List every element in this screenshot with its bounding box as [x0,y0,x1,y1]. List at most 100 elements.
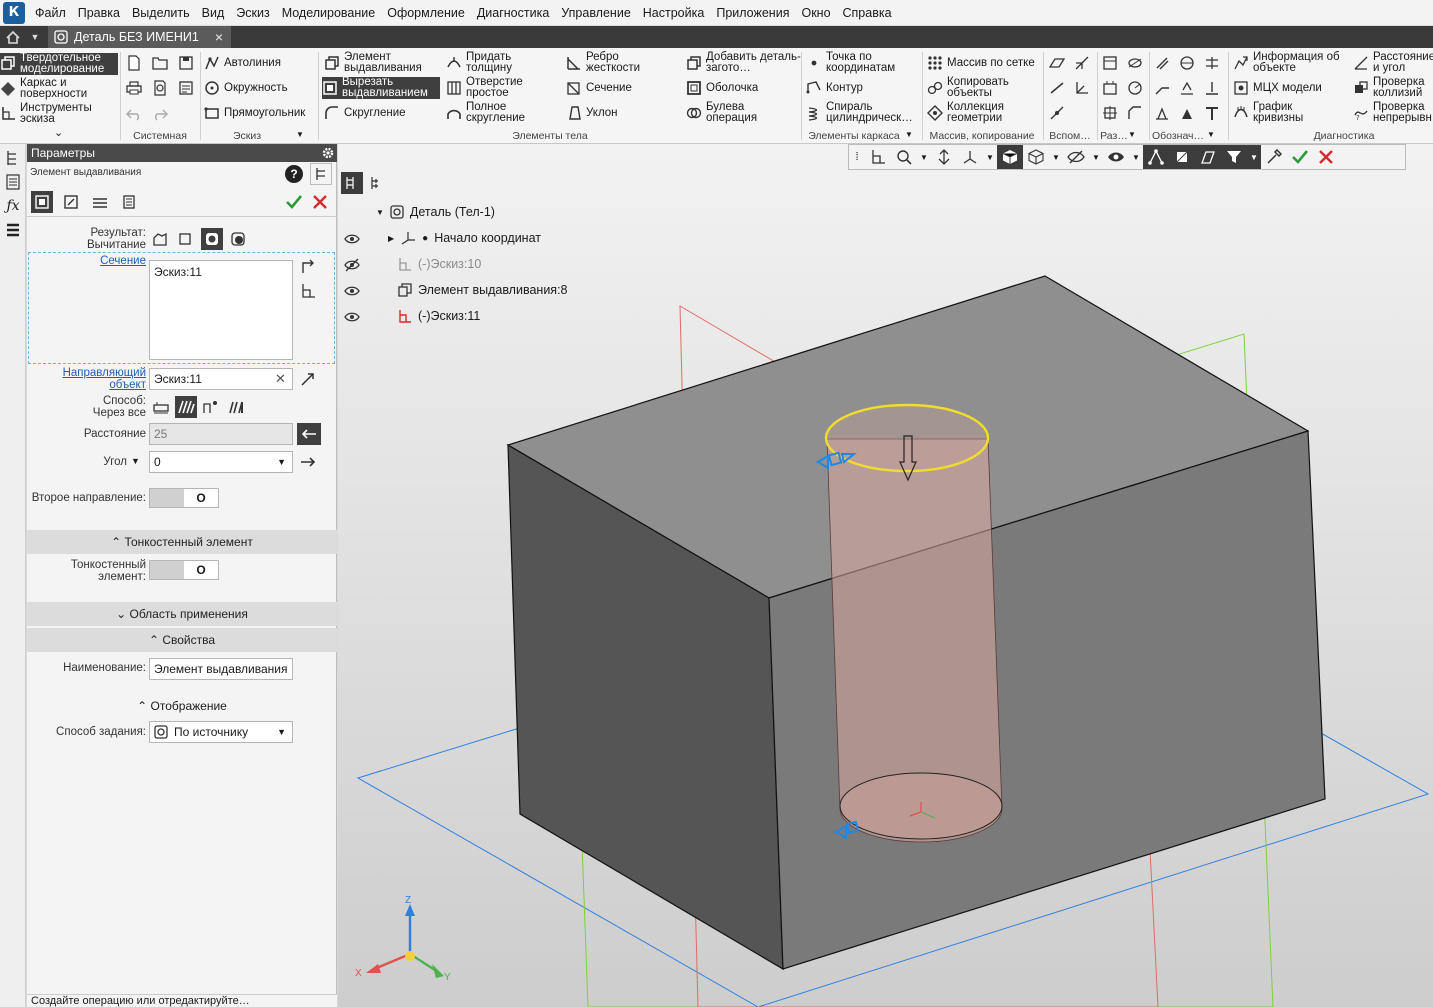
section-link[interactable]: Сечение [27,255,146,267]
layers-panel-button[interactable] [3,220,23,240]
3d-viewport[interactable]: Z X Y ⁞ ▼ ▼ ▼ ▼ ▼ ▼ ▼ Деталь (Тел-1) ▶ ●… [338,144,1433,1007]
menu-manage[interactable]: Управление [555,0,637,26]
method-to-vertex-button[interactable] [200,396,222,418]
autoline-button[interactable]: Автолиния [204,52,281,74]
desig-mark-button[interactable] [1202,78,1222,98]
helix-button[interactable]: Спираль цилиндрическ… [806,101,916,124]
tab-list-dropdown[interactable]: ▼ [26,26,44,48]
tree-item-extrude8[interactable]: Элемент выдавливания:8 [398,281,568,299]
preview-button[interactable] [150,78,170,98]
menu-edit[interactable]: Правка [72,0,126,26]
size-linear-button[interactable] [1100,53,1120,73]
section-button[interactable]: Сечение [566,77,632,99]
rectangle-button[interactable]: Прямоугольник [204,102,305,124]
menu-settings[interactable]: Настройка [637,0,711,26]
filter-dropdown[interactable]: ▼ [1247,145,1261,169]
pan-button[interactable] [931,145,957,169]
size-angle-button[interactable] [1100,78,1120,98]
menu-window[interactable]: Окно [795,0,836,26]
method-through-all-button[interactable] [175,396,197,418]
angle-mode-dropdown[interactable]: ▼ [131,456,140,466]
3d-scene[interactable] [338,144,1433,1007]
tab-parameters[interactable] [31,191,53,213]
document-tab[interactable]: Деталь БЕЗ ИМЕНИ1 × [48,26,231,48]
size-chamfer-button[interactable] [1125,103,1145,123]
toolbar-grip[interactable]: ⁞ [849,145,865,169]
filter-button[interactable] [1221,145,1247,169]
visibility-dropdown[interactable]: ▼ [1129,145,1143,169]
full-fillet-button[interactable]: Полное скругление [446,101,536,124]
frame-group-dropdown[interactable]: ▼ [905,130,913,139]
visibility-button[interactable] [1103,145,1129,169]
name-input[interactable]: Элемент выдавливания [149,658,293,680]
print-button[interactable] [124,78,144,98]
section-list[interactable]: Эскиз:11 [149,260,293,360]
zoom-button[interactable] [891,145,917,169]
tree-root[interactable]: ▼ Деталь (Тел-1) [376,203,495,221]
desig-text-button[interactable] [1202,103,1222,123]
continuity-check-button[interactable]: ? Проверка непрерывн… [1353,101,1433,124]
ribbon-modes-expand[interactable]: ⌄ [54,126,63,139]
sketch11-visibility-eye-icon[interactable] [344,310,360,324]
direction-object-link[interactable]: Направляющий объект [27,367,146,391]
tab-properties[interactable] [118,191,140,213]
aux-line-button[interactable] [1047,78,1067,98]
desig-roughness-button[interactable] [1152,53,1172,73]
sizes-group-dropdown[interactable]: ▼ [1128,130,1136,139]
thicken-button[interactable]: Придать толщину [446,51,536,74]
lcs-button[interactable] [865,145,891,169]
point-by-coords-button[interactable]: Точка по координатам [806,51,910,74]
desig-base-button[interactable] [1177,53,1197,73]
properties-button[interactable] [176,78,196,98]
zoom-dropdown[interactable]: ▼ [917,145,931,169]
direction-object-field[interactable]: Эскиз:11 [149,368,293,390]
add-stock-button[interactable]: Добавить деталь-загото… [686,51,802,74]
thin-wall-section-header[interactable]: ⌃ Тонкостенный элемент [27,530,337,554]
desig-datum-button[interactable] [1177,103,1197,123]
distance-angle-button[interactable]: Расстояние и угол [1353,51,1433,74]
draft-button[interactable]: Уклон [566,102,618,124]
mode-wireframe-surfaces[interactable]: Каркас и поверхности [0,77,118,100]
wireframe-view-button[interactable] [1023,145,1049,169]
menu-sketch[interactable]: Эскиз [230,0,275,26]
tree-item-origin[interactable]: ▶ ● Начало координат [388,229,541,247]
tree-panel-button[interactable] [3,148,23,168]
collision-check-button[interactable]: Проверка коллизий [1353,76,1433,99]
origin-visibility-eye-icon[interactable] [344,232,360,246]
cut-extrude-button[interactable]: Вырезать выдавливанием [322,76,440,99]
method-distance-button[interactable] [150,396,172,418]
tree-history-button[interactable] [366,172,388,194]
viewport-apply-button[interactable] [1287,145,1313,169]
apply-button[interactable] [283,191,305,213]
undo-button[interactable] [124,104,144,124]
select-filter-button[interactable] [1143,145,1169,169]
fillet-button[interactable]: Скругление [324,102,406,124]
menu-styling[interactable]: Оформление [381,0,471,26]
hide-button[interactable] [1063,145,1089,169]
tree-structure-button[interactable] [341,172,363,194]
desig-group-dropdown[interactable]: ▼ [1207,130,1215,139]
result-intersect-button[interactable] [227,228,249,250]
redo-button[interactable] [150,104,170,124]
object-info-button[interactable]: Информация об объекте [1233,51,1345,74]
mass-properties-button[interactable]: МЦХ модели [1233,77,1322,99]
desig-tolerance-button[interactable] [1202,53,1222,73]
menu-modeling[interactable]: Моделирование [276,0,382,26]
desig-position-button[interactable] [1177,78,1197,98]
rib-button[interactable]: Ребро жесткости [566,51,656,74]
tree-item-sketch10[interactable]: (-)Эскиз:10 [398,255,481,273]
curvature-graph-button[interactable]: График кривизны [1233,101,1313,124]
aux-plane-button[interactable] [1047,53,1067,73]
result-new-body-button[interactable] [174,228,196,250]
thin-wall-toggle[interactable]: O [149,560,219,580]
panel-settings-button[interactable] [321,146,335,160]
section-add-button[interactable] [297,280,319,302]
sketch-group-dropdown[interactable]: ▼ [296,130,304,139]
shell-button[interactable]: Оболочка [686,77,758,99]
circle-button[interactable]: Окружность [204,77,288,99]
hole-button[interactable]: Отверстие простое [446,76,536,99]
section-list-item[interactable]: Эскиз:11 [154,265,202,279]
mode-solid-modeling[interactable]: Твердотельное моделирование [0,52,118,75]
angle-select[interactable]: 0 ▼ [149,451,293,473]
menu-view[interactable]: Вид [196,0,231,26]
